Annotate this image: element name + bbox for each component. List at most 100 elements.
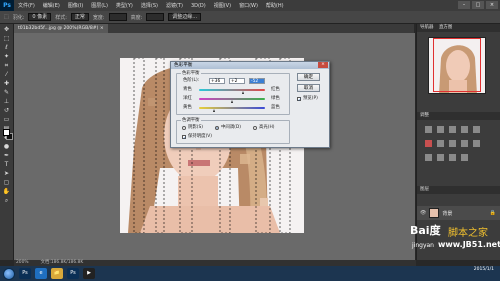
style-label: 样式: [55,14,67,21]
dialog-title[interactable]: 色彩平衡 [171,62,329,69]
levels-input-3[interactable]: -52 [249,78,265,84]
lock-icon: 🔒 [489,210,496,216]
eye-icon[interactable]: 👁 [420,210,426,216]
slider-2-left-label: 洋红 [183,96,192,101]
maximize-button[interactable]: □ [472,1,484,9]
taskbar-ps2-icon[interactable]: Ps [67,268,79,279]
tone-balance-group: 色调平衡 阴影(S) 中间调(D) 高光(H) ✓ 保持明度(V) [176,118,290,144]
start-button[interactable] [3,267,15,280]
document-tab[interactable]: t01b32bd5f...jpg @ 200%(RGB/8#) × [14,24,108,33]
site-name: 脚本之家 [448,228,488,239]
tone-radio-shadows[interactable] [182,126,186,130]
ok-button[interactable]: 确定 [297,73,320,81]
adjustments-tab[interactable]: 调整 [417,112,500,120]
preserve-luminosity-checkbox[interactable]: ✓ [182,135,186,140]
eraser-tool-icon[interactable]: ▭ [3,117,11,123]
healing-brush-icon[interactable]: ✚ [3,81,11,87]
tone-label-highlights: 高光(H) [259,125,275,130]
cancel-button[interactable]: 取消 [297,84,320,92]
yellow-blue-slider[interactable] [199,107,265,109]
height-input[interactable] [146,13,165,21]
photoshop-logo: Ps [0,0,14,11]
minimize-button[interactable]: – [458,1,470,9]
navigator-view-box[interactable] [433,38,481,92]
menu-layer[interactable]: 图层(L) [87,2,112,9]
preview-label: 预览(P) [303,96,318,101]
lasso-tool-icon[interactable]: ℓ [3,45,11,51]
feather-input[interactable]: 0 像素 [28,13,52,21]
windows-taskbar: Ps e 📁 Ps ▶ 2015/1/1 [0,266,500,281]
menu-view[interactable]: 视图(V) [210,2,235,9]
taskbar-clock[interactable]: 2015/1/1 [474,267,494,273]
menu-3d[interactable]: 3D(D) [187,3,210,9]
preserve-luminosity-label: 保持明度(V) [188,134,212,139]
dodge-tool-icon[interactable]: ● [3,144,11,150]
levels-input-1[interactable]: +36 [209,78,225,84]
type-tool-icon[interactable]: T [3,162,11,168]
taskbar-ps-icon[interactable]: Ps [19,268,31,279]
stamp-tool-icon[interactable]: ⊥ [3,99,11,105]
preview-checkbox[interactable]: ✓ [297,97,301,102]
levels-label: 色阶(L): [183,78,200,83]
taskbar-ie-icon[interactable]: e [35,268,47,279]
magenta-green-slider-thumb[interactable] [231,100,234,103]
menu-image[interactable]: 图像(I) [64,2,87,9]
menu-type[interactable]: 类型(Y) [112,2,137,9]
zoom-tool-icon[interactable]: ⌕ [3,198,11,204]
marquee-tool-icon[interactable]: ⬚ [4,14,9,20]
history-brush-icon[interactable]: ↺ [3,108,11,114]
taskbar-folder-icon[interactable]: 📁 [51,268,63,279]
color-balance-dialog: 色彩平衡 × 色彩平衡 色阶(L): +36 +2 -52 青色 红色 洋红 绿… [170,61,330,148]
foreground-color-swatch[interactable] [3,129,10,136]
shape-tool-icon[interactable]: ▢ [3,180,11,186]
menu-select[interactable]: 选择(S) [137,2,162,9]
brush-tool-icon[interactable]: ✎ [3,90,11,96]
menu-bar: Ps 文件(F) 编辑(E) 图像(I) 图层(L) 类型(Y) 选择(S) 滤… [0,0,500,11]
watermark: Bai度 脚本之家 jingyan www.JB51.net [408,222,500,264]
tone-radio-highlights[interactable] [253,126,257,130]
navigator-tab[interactable]: 导航器 直方图 [417,24,500,32]
slider-3-left-label: 黄色 [183,105,192,110]
tone-radio-midtones[interactable] [215,126,219,130]
tools-panel: ✥ ⬚ ℓ ✦ ⌗ ⁄ ✚ ✎ ⊥ ↺ ▭ ▤ ◆ ● ✒ T ➤ ▢ ✋ ⌕ [0,24,14,260]
slider-3-right-label: 蓝色 [271,105,280,110]
levels-input-2[interactable]: +2 [229,78,245,84]
histogram-tab-label[interactable]: 直方图 [439,25,453,30]
slider-1-right-label: 红色 [271,87,280,92]
menu-edit[interactable]: 编辑(E) [39,2,64,9]
layer-row-background[interactable]: 👁 背景 🔒 [417,206,500,220]
menu-window[interactable]: 窗口(W) [235,2,262,9]
magic-wand-icon[interactable]: ✦ [3,54,11,60]
crop-tool-icon[interactable]: ⌗ [3,63,11,69]
tone-label-midtones: 中间调(D) [221,125,241,130]
tone-balance-legend: 色调平衡 [181,118,201,123]
marquee-tool-icon[interactable]: ⬚ [3,36,11,42]
dialog-close-button[interactable]: × [318,62,328,68]
slider-2-right-label: 绿色 [271,96,280,101]
yellow-blue-slider-thumb[interactable] [213,109,216,112]
layer-name: 背景 [442,210,453,217]
width-input[interactable] [108,13,127,21]
hand-tool-icon[interactable]: ✋ [3,189,11,195]
eyedropper-icon[interactable]: ⁄ [3,72,11,78]
pen-tool-icon[interactable]: ✒ [3,153,11,159]
menu-file[interactable]: 文件(F) [14,2,39,9]
window-controls: – □ × [458,1,498,9]
menu-help[interactable]: 帮助(H) [262,2,288,9]
refine-edge-button[interactable]: 调整边缘... [168,13,202,21]
layer-thumbnail [429,208,440,218]
baidu-logo: Bai度 [410,224,441,237]
style-select[interactable]: 正常 [70,13,89,21]
taskbar-media-icon[interactable]: ▶ [83,268,95,279]
cyan-red-slider[interactable] [199,89,265,91]
cyan-red-slider-thumb[interactable] [242,91,245,94]
slider-1-left-label: 青色 [183,87,192,92]
move-tool-icon[interactable]: ✥ [3,27,11,33]
color-balance-group: 色彩平衡 色阶(L): +36 +2 -52 青色 红色 洋红 绿色 黄色 蓝色 [176,71,290,115]
layers-tab[interactable]: 图层 [417,186,500,194]
navigator-tab-label: 导航器 [420,25,434,30]
menu-filter[interactable]: 滤镜(T) [162,2,187,9]
close-window-button[interactable]: × [486,1,498,9]
adjustment-icons-grid [425,126,480,161]
path-select-icon[interactable]: ➤ [3,171,11,177]
